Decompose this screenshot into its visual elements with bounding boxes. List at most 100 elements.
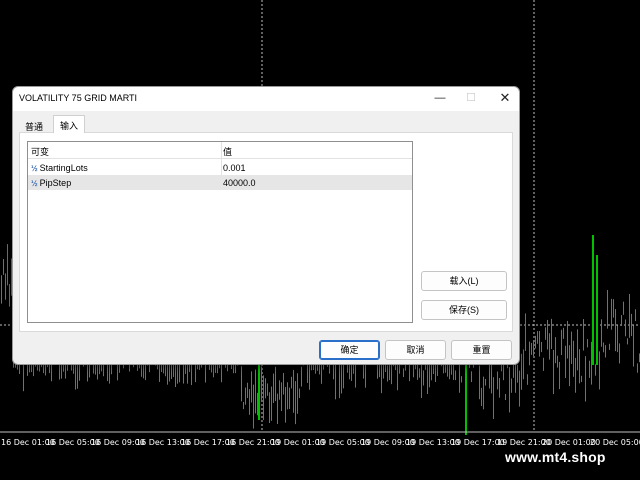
candle — [519, 370, 520, 407]
candle — [592, 235, 594, 365]
candle — [247, 382, 248, 398]
candle — [565, 345, 566, 378]
load-button[interactable]: 载入(L) — [421, 271, 507, 291]
expert-properties-dialog: VOLATILITY 75 GRID MARTI — ☐ ✕ 普通 输入 可变 … — [12, 86, 520, 365]
candle — [255, 369, 256, 414]
candle — [267, 383, 268, 396]
candle — [471, 371, 472, 383]
candle — [541, 341, 542, 353]
candle — [253, 384, 254, 429]
header-value[interactable]: 值 — [223, 145, 232, 158]
table-row[interactable]: ½ PipStep 40000.0 — [28, 175, 412, 190]
candle — [575, 357, 576, 393]
candle — [287, 382, 288, 410]
candle — [249, 389, 250, 415]
candle — [251, 371, 252, 403]
candle — [483, 376, 484, 410]
candle — [479, 365, 480, 400]
candle — [635, 309, 636, 322]
tab-inputs[interactable]: 输入 — [53, 115, 86, 133]
close-icon[interactable]: ✕ — [498, 91, 512, 105]
candle — [629, 294, 630, 338]
candle — [291, 376, 292, 389]
candle — [533, 340, 534, 357]
table-header: 可变 值 — [28, 142, 412, 159]
candle — [243, 401, 244, 410]
cancel-button[interactable]: 取消 — [385, 340, 446, 360]
candle — [273, 373, 274, 403]
candle — [527, 374, 528, 385]
fraction-icon: ½ — [31, 179, 38, 188]
tab-general[interactable]: 普通 — [19, 117, 49, 133]
candle — [569, 345, 570, 387]
candle — [549, 333, 550, 360]
candle — [241, 366, 242, 402]
candle — [585, 356, 586, 402]
candle — [509, 367, 510, 413]
candle — [591, 341, 592, 385]
reset-button[interactable]: 重置 — [451, 340, 512, 360]
inputs-table: 可变 值 ½ StartingLots 0.001 ½ PipStep 40000.… — [27, 141, 413, 323]
ok-button[interactable]: 确定 — [319, 340, 380, 360]
fraction-icon: ½ — [31, 164, 38, 173]
candle — [261, 366, 262, 402]
row-name: StartingLots — [39, 163, 88, 173]
candle — [485, 378, 486, 386]
dialog-titlebar[interactable]: VOLATILITY 75 GRID MARTI — ☐ ✕ — [13, 87, 519, 111]
candle — [263, 375, 264, 420]
candle — [277, 393, 278, 425]
candle — [283, 372, 284, 395]
candle — [289, 387, 290, 409]
candle — [563, 327, 564, 339]
candle — [269, 392, 270, 423]
candle — [295, 381, 296, 425]
candle — [627, 338, 628, 345]
candle — [427, 360, 428, 394]
candle — [535, 335, 536, 349]
candle — [285, 386, 286, 423]
candle — [583, 319, 584, 351]
candle — [613, 299, 614, 318]
candle — [7, 244, 8, 286]
candle — [493, 377, 494, 419]
candle — [387, 365, 388, 382]
candle — [461, 376, 462, 383]
minimize-icon[interactable]: — — [433, 91, 447, 105]
candle — [557, 355, 558, 368]
candle — [1, 275, 2, 304]
candle — [329, 363, 330, 374]
candle — [579, 349, 580, 384]
candle — [525, 313, 526, 351]
candle — [279, 380, 280, 400]
candle — [571, 331, 572, 364]
candle — [633, 325, 634, 367]
candle — [275, 366, 276, 402]
candle — [577, 329, 578, 371]
candle — [539, 331, 540, 357]
candle — [429, 364, 430, 388]
row-value[interactable]: 0.001 — [223, 163, 246, 173]
row-name: PipStep — [39, 178, 72, 188]
row-name-cell: ½ PipStep — [31, 178, 71, 188]
candle — [601, 319, 602, 347]
maximize-icon[interactable]: ☐ — [464, 91, 478, 105]
candle — [271, 386, 272, 421]
candle — [281, 382, 282, 412]
candle — [581, 375, 582, 383]
row-value[interactable]: 40000.0 — [223, 178, 256, 188]
table-row[interactable]: ½ StartingLots 0.001 — [28, 160, 412, 175]
candle — [547, 319, 548, 350]
candle — [605, 345, 606, 358]
header-variable[interactable]: 可变 — [31, 145, 49, 158]
candle — [617, 325, 618, 353]
candle — [596, 255, 598, 365]
candle — [599, 351, 600, 390]
candle — [423, 370, 424, 386]
candle — [609, 343, 610, 350]
candle — [595, 364, 596, 376]
save-button[interactable]: 保存(S) — [421, 300, 507, 320]
candle — [301, 366, 302, 387]
candle — [403, 368, 404, 378]
candle — [573, 340, 574, 377]
candle — [603, 342, 604, 353]
